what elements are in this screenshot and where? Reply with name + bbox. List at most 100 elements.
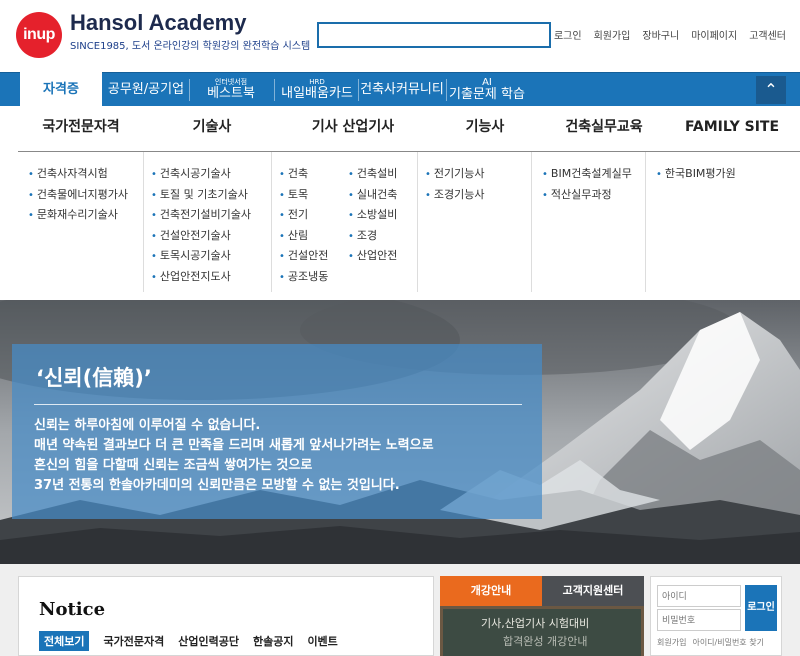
mega-head-professional-engineer[interactable]: 기술사	[144, 106, 280, 150]
menu-link[interactable]: 건축설비	[348, 164, 397, 185]
nav-label: 기출문제 학습	[449, 87, 525, 103]
course-tab-opening[interactable]: 개강안내	[440, 576, 542, 606]
signup-link[interactable]: 회원가입	[657, 637, 686, 648]
bottom-section: Notice 전체보기 국가전문자격 산업인력공단 한솔공지 이벤트 개강안내 …	[0, 564, 800, 656]
login-link[interactable]: 로그인	[554, 27, 582, 42]
nav-item-bestbook[interactable]: 인터넷서점 베스트북	[192, 73, 270, 107]
nav-divider	[274, 79, 275, 101]
customer-center-link[interactable]: 고객센터	[749, 27, 786, 42]
menu-link[interactable]: 건축시공기술사	[151, 164, 271, 185]
notice-title: Notice	[39, 599, 106, 620]
menu-link[interactable]: 산업안전	[348, 246, 397, 267]
hero-banner: ‘신뢰(信賴)’ 신뢰는 하루아침에 이루어질 수 없습니다. 매년 약속된 결…	[0, 300, 800, 564]
mega-head-national-qualification[interactable]: 국가전문자격	[18, 106, 144, 150]
quote-title: ‘신뢰(信賴)’	[36, 366, 152, 390]
nav-divider	[189, 79, 190, 101]
quote-line: 혼신의 힘을 다할때 신뢰는 조금씩 쌓여가는 것으로	[34, 458, 313, 473]
engineer-list-a: 건축 토목 전기 산림 건설안전 공조냉동	[279, 164, 328, 288]
site-header: inup Hansol Academy SINCE1985, 도서 온라인강의 …	[0, 0, 800, 72]
nav-item-architect-community[interactable]: 건축사커뮤니티	[360, 73, 444, 107]
notice-tab-all[interactable]: 전체보기	[39, 631, 90, 651]
menu-link[interactable]: 실내건축	[348, 185, 397, 206]
nav-label: 공무원/공기업	[107, 81, 185, 97]
login-box: 로그인 회원가입 아이디/비밀번호 찾기	[650, 576, 782, 656]
nav-label: 자격증	[43, 81, 79, 97]
mega-col-craftsman: 전기기능사 조경기능사	[418, 152, 532, 292]
quote-line: 37년 전통의 한솔아카데미의 신뢰만큼은 모방할 수 없는 것입니다.	[34, 478, 400, 493]
quote-divider	[34, 404, 522, 405]
menu-collapse-button[interactable]: ⌃	[756, 76, 786, 104]
menu-link[interactable]: 조경	[348, 226, 397, 247]
notice-tab-national-qualification[interactable]: 국가전문자격	[103, 633, 164, 651]
chalkboard-text: 기사,산업기사 시험대비	[481, 617, 590, 630]
user-id-field[interactable]	[657, 585, 741, 607]
menu-link[interactable]: BIM건축설계실무	[542, 164, 645, 185]
menu-link[interactable]: 건축	[279, 164, 328, 185]
nav-divider	[446, 79, 447, 101]
find-account-link[interactable]: 아이디/비밀번호 찾기	[692, 637, 763, 648]
menu-link[interactable]: 산업안전지도사	[151, 267, 271, 288]
menu-link[interactable]: 건축물에너지평가사	[28, 185, 143, 206]
menu-link[interactable]: 토질 및 기초기술사	[151, 185, 271, 206]
inup-logo[interactable]: inup	[16, 12, 62, 58]
menu-link[interactable]: 조경기능사	[425, 185, 531, 206]
nav-label: 내일배움카드	[281, 85, 353, 101]
menu-link[interactable]: 건설안전	[279, 246, 328, 267]
menu-link[interactable]: 건축전기설비기술사	[151, 205, 271, 226]
chalkboard-image[interactable]: 기사,산업기사 시험대비 합격완성 개강안내	[440, 606, 644, 656]
mega-head-engineer[interactable]: 기사 산업기사	[280, 106, 426, 150]
mypage-link[interactable]: 마이페이지	[691, 27, 737, 42]
page: inup Hansol Academy SINCE1985, 도서 온라인강의 …	[0, 0, 800, 656]
mega-menu: 국가전문자격 기술사 기사 산업기사 기능사 건축실무교육 FAMILY SIT…	[0, 106, 800, 300]
menu-link[interactable]: 건설안전기술사	[151, 226, 271, 247]
notice-tab-event[interactable]: 이벤트	[307, 633, 337, 651]
notice-tab-hrd-korea[interactable]: 산업인력공단	[178, 633, 239, 651]
menu-link[interactable]: 전기	[279, 205, 328, 226]
course-tabs: 개강안내 고객지원센터	[440, 576, 644, 606]
menu-link[interactable]: 산림	[279, 226, 328, 247]
mega-menu-headings: 국가전문자격 기술사 기사 산업기사 기능사 건축실무교육 FAMILY SIT…	[18, 106, 800, 150]
menu-link[interactable]: 문화재수리기술사	[28, 205, 143, 226]
mega-col-family-site: 한국BIM평가원	[646, 152, 796, 292]
menu-link[interactable]: 공조냉동	[279, 267, 328, 288]
quote-line: 매년 약속된 결과보다 더 큰 만족을 드리며 새롭게 앞서나가려는 노력으로	[34, 438, 434, 453]
menu-link[interactable]: 토목시공기술사	[151, 246, 271, 267]
quote-line: 신뢰는 하루아침에 이루어질 수 없습니다.	[34, 418, 261, 433]
login-button[interactable]: 로그인	[745, 585, 777, 631]
menu-link[interactable]: 한국BIM평가원	[656, 164, 796, 185]
notice-tab-hansol-notice[interactable]: 한솔공지	[253, 633, 293, 651]
course-tab-support-center[interactable]: 고객지원센터	[542, 576, 644, 606]
notice-tabs: 전체보기 국가전문자격 산업인력공단 한솔공지 이벤트	[39, 631, 338, 651]
signup-link[interactable]: 회원가입	[594, 27, 631, 42]
chevron-up-icon: ⌃	[764, 80, 778, 99]
mega-head-family-site[interactable]: FAMILY SITE	[664, 106, 800, 150]
engineer-list-b: 건축설비 실내건축 소방설비 조경 산업안전	[348, 164, 397, 267]
mega-col-engineer: 건축 토목 전기 산림 건설안전 공조냉동 건축설비 실내건축 소방설비 조경 …	[272, 152, 418, 292]
mega-col-national-qualification: 건축사자격시험 건축물에너지평가사 문화재수리기술사	[18, 152, 144, 292]
brand-title[interactable]: Hansol Academy	[70, 10, 246, 36]
menu-link[interactable]: 소방설비	[348, 205, 397, 226]
nav-label: 건축사커뮤니티	[360, 81, 444, 97]
top-links: 로그인 회원가입 장바구니 마이페이지 고객센터	[554, 27, 786, 42]
menu-link[interactable]: 적산실무과정	[542, 185, 645, 206]
chalkboard-text: 합격완성 개강안내	[503, 635, 588, 648]
nav-item-certificate[interactable]: 자격증	[20, 72, 102, 108]
mega-head-architecture-practice[interactable]: 건축실무교육	[544, 106, 664, 150]
mega-col-architecture-practice: BIM건축설계실무 적산실무과정	[532, 152, 646, 292]
mega-col-professional-engineer: 건축시공기술사 토질 및 기초기술사 건축전기설비기술사 건설안전기술사 토목시…	[144, 152, 272, 292]
main-nav: 자격증 공무원/공기업 인터넷서점 베스트북 HRD 내일배움카드 건축사커뮤니…	[0, 72, 800, 108]
password-field[interactable]	[657, 609, 741, 631]
nav-item-hrd-card[interactable]: HRD 내일배움카드	[278, 73, 356, 107]
search-input[interactable]	[317, 22, 551, 48]
menu-link[interactable]: 토목	[279, 185, 328, 206]
menu-link[interactable]: 전기기능사	[425, 164, 531, 185]
course-panel: 개강안내 고객지원센터 기사,산업기사 시험대비 합격완성 개강안내	[440, 576, 644, 656]
quote-box: ‘신뢰(信賴)’ 신뢰는 하루아침에 이루어질 수 없습니다. 매년 약속된 결…	[12, 344, 542, 519]
mega-head-craftsman[interactable]: 기능사	[426, 106, 544, 150]
cart-link[interactable]: 장바구니	[642, 27, 679, 42]
nav-item-civil-service[interactable]: 공무원/공기업	[106, 73, 186, 107]
login-links: 회원가입 아이디/비밀번호 찾기	[657, 637, 764, 648]
nav-item-ai-exam[interactable]: AI 기출문제 학습	[448, 73, 526, 107]
notice-panel: Notice 전체보기 국가전문자격 산업인력공단 한솔공지 이벤트	[18, 576, 434, 656]
menu-link[interactable]: 건축사자격시험	[28, 164, 143, 185]
